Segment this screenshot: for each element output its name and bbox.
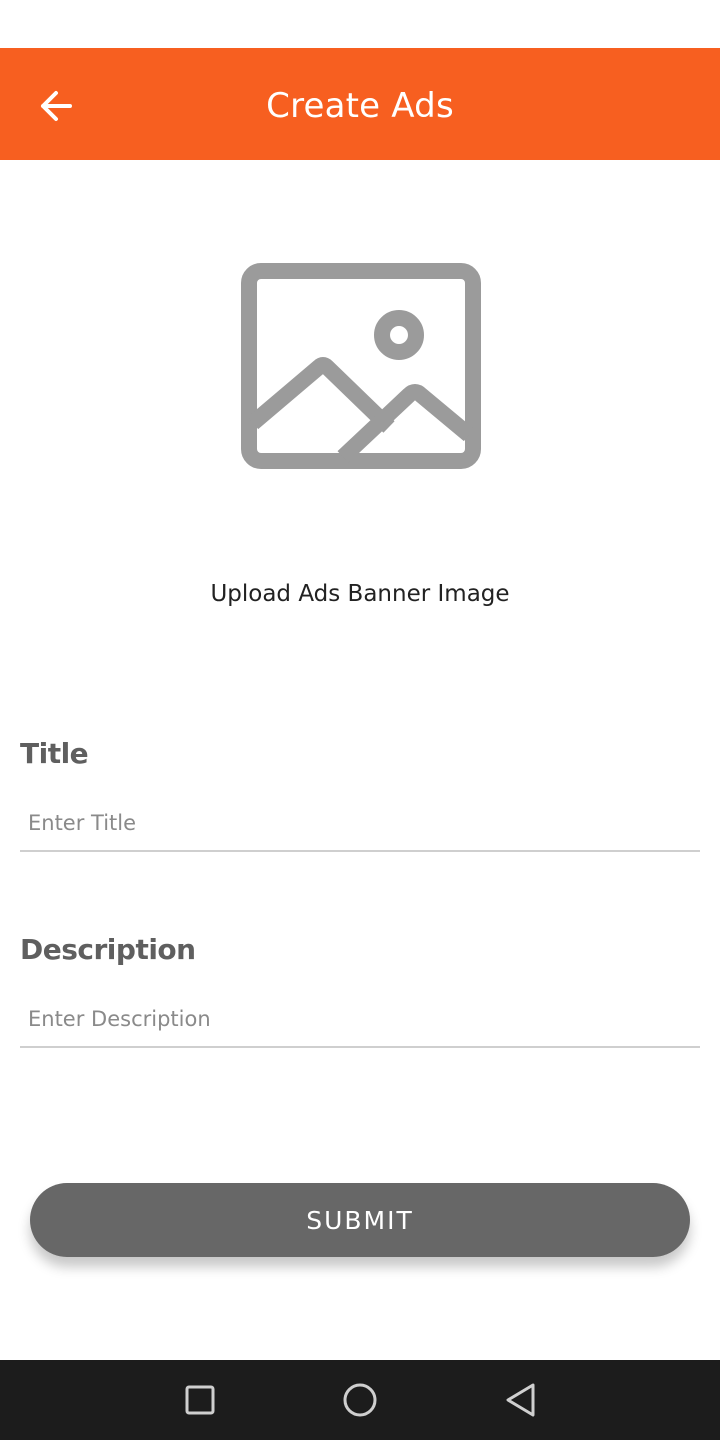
banner-image-picker[interactable]	[230, 250, 492, 482]
status-bar	[0, 0, 720, 48]
triangle-back-icon	[506, 1383, 535, 1417]
title-input[interactable]	[20, 796, 700, 852]
app-bar: Create Ads	[0, 48, 720, 160]
nav-back-button[interactable]	[498, 1378, 542, 1422]
submit-button[interactable]: SUBMIT	[30, 1183, 690, 1257]
description-label: Description	[20, 933, 196, 966]
circle-icon	[343, 1383, 377, 1417]
title-label: Title	[20, 737, 89, 770]
square-icon	[185, 1385, 215, 1415]
description-input[interactable]	[20, 992, 700, 1048]
home-button[interactable]	[338, 1378, 382, 1422]
create-ads-screen: Create Ads Upload Ads Banner Image Title…	[0, 0, 720, 1440]
upload-banner-label: Upload Ads Banner Image	[210, 581, 510, 607]
page-title: Create Ads	[266, 86, 454, 126]
image-placeholder-icon	[241, 263, 481, 469]
system-navigation-bar	[0, 1360, 720, 1440]
recents-button[interactable]	[178, 1378, 222, 1422]
